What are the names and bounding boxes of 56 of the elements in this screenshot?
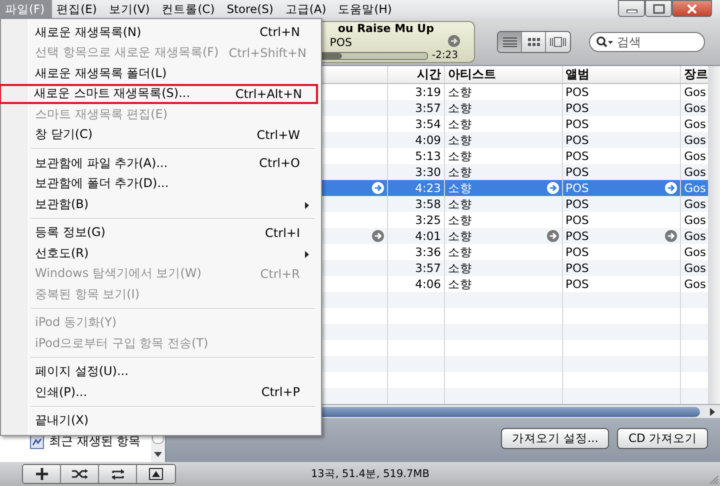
table-cell: Gos — [684, 117, 706, 131]
table-cell: 소향 — [448, 132, 472, 148]
table-cell: 3:25 — [415, 213, 441, 227]
artist-name: POS — [330, 36, 352, 49]
table-cell: 3:36 — [415, 245, 441, 259]
table-cell: POS — [566, 277, 589, 291]
table-cell: 3:58 — [415, 197, 441, 211]
table-cell: Gos — [684, 165, 706, 179]
table-cell: 소향 — [448, 196, 472, 212]
table-cell: 3:57 — [415, 101, 441, 115]
table-cell: 3:57 — [415, 261, 441, 275]
table-cell: Gos — [684, 181, 706, 195]
table-cell: 3:19 — [415, 85, 441, 99]
table-cell: 소향 — [448, 84, 472, 100]
table-cell: 소향 — [448, 228, 472, 244]
table-cell: POS — [566, 245, 589, 259]
table-cell: Gos — [684, 85, 706, 99]
table-cell: POS — [566, 133, 589, 147]
table-cell: POS — [566, 213, 589, 227]
table-cell: 소향 — [448, 148, 472, 164]
table-cell: 5:13 — [415, 149, 441, 163]
table-cell: Gos — [684, 133, 706, 147]
table-cell: 소향 — [448, 180, 472, 196]
table-cell: 3:30 — [415, 165, 441, 179]
table-cell: POS — [566, 85, 589, 99]
table-cell: 소향 — [448, 116, 472, 132]
table-cell: 4:01 — [415, 229, 441, 243]
table-cell: Gos — [684, 213, 706, 227]
table-cell: 소향 — [448, 100, 472, 116]
table-cell: POS — [566, 181, 589, 195]
table-cell: Gos — [684, 149, 706, 163]
table-cell: 4:09 — [415, 133, 441, 147]
table-cell: POS — [566, 261, 589, 275]
table-cell: Gos — [684, 245, 706, 259]
table-cell: Gos — [684, 277, 706, 291]
table-cell: 소향 — [448, 276, 472, 292]
table-cell: 소향 — [448, 260, 472, 276]
table-cell: 소향 — [448, 164, 472, 180]
table-cell: 3:54 — [415, 117, 441, 131]
table-cell: Gos — [684, 101, 706, 115]
status-text: 13곡, 51.4분, 519.7MB — [311, 467, 430, 481]
table-cell: Gos — [684, 229, 706, 243]
table-cell: POS — [566, 229, 589, 243]
table-cell: 4:06 — [415, 277, 441, 291]
remaining-time: -2:23 — [432, 50, 458, 61]
table-cell: POS — [566, 117, 589, 131]
table-cell: 4:23 — [415, 181, 441, 195]
table-cell: POS — [566, 149, 589, 163]
table-cell: POS — [566, 101, 589, 115]
table-cell: 소향 — [448, 212, 472, 228]
table-cell: Gos — [684, 261, 706, 275]
table-cell: POS — [566, 197, 589, 211]
table-cell: 소향 — [448, 244, 472, 260]
table-cell: Gos — [684, 197, 706, 211]
table-cell: POS — [566, 165, 589, 179]
song-title: ou Raise Mu Up — [338, 22, 434, 35]
